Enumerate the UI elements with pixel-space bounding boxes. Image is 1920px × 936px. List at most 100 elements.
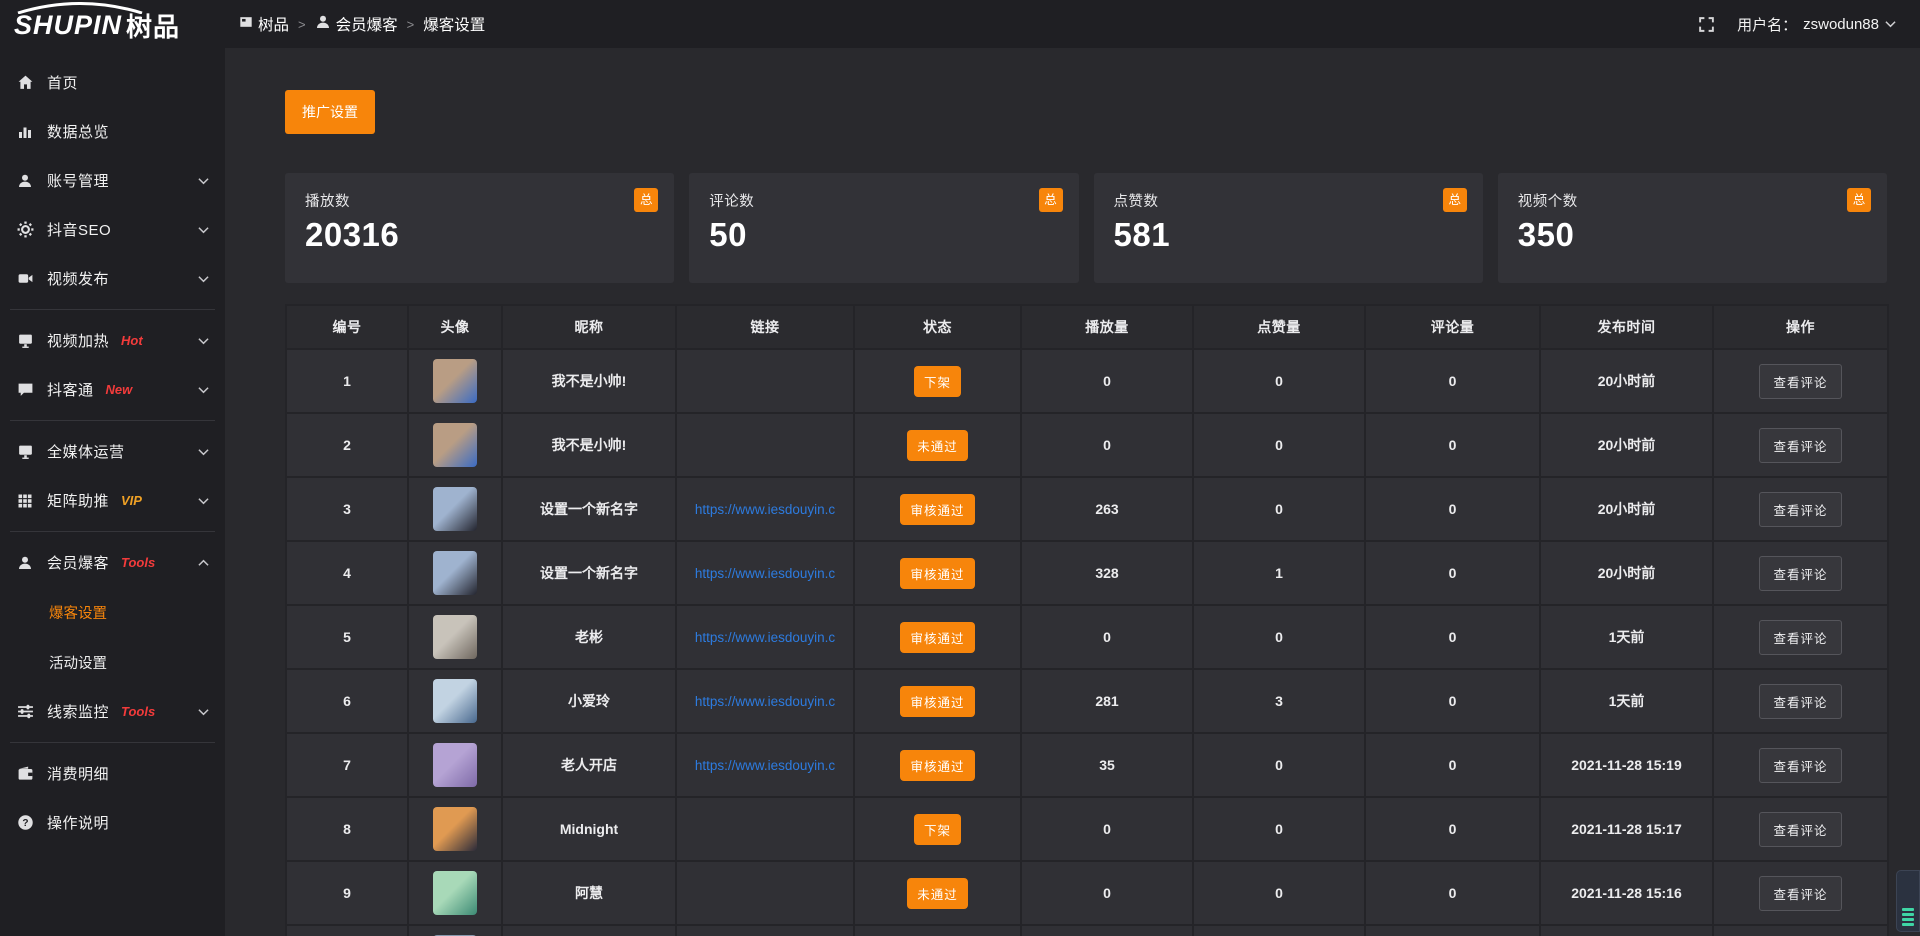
view-comments-button[interactable]: 查看评论: [1759, 492, 1841, 527]
home-icon: [16, 74, 34, 92]
sidebar-item-label: 首页: [47, 72, 78, 93]
sidebar-subitem-activity-settings[interactable]: 活动设置: [0, 637, 225, 687]
video-icon: [16, 270, 34, 288]
sidebar-item-video-publish[interactable]: 视频发布: [0, 254, 225, 303]
cell-likes: 1: [1193, 541, 1365, 605]
sidebar-item-matrix-boost[interactable]: 矩阵助推VIP: [0, 476, 225, 525]
cell-link: [676, 797, 854, 861]
cell-index: 1: [286, 349, 408, 413]
sidebar-item-label: 抖音SEO: [47, 219, 111, 240]
sidebar-item-video-heat[interactable]: 视频加热Hot: [0, 316, 225, 365]
avatar: [433, 551, 477, 595]
monitor-icon: [16, 443, 34, 461]
cell-action: 查看评论: [1713, 349, 1888, 413]
breadcrumb-item-1[interactable]: 树品: [239, 13, 289, 35]
avatar: [433, 423, 477, 467]
user-menu[interactable]: 用户名：zswodun88: [1737, 14, 1896, 35]
fullscreen-icon[interactable]: [1698, 16, 1715, 33]
stat-card-label: 点赞数: [1114, 190, 1463, 211]
sidebar-item-douketong[interactable]: 抖客通New: [0, 365, 225, 414]
breadcrumb-item-2[interactable]: 会员爆客: [315, 13, 398, 35]
cell-plays: 281: [1021, 669, 1193, 733]
cell-time: 2021-11-28 15:17: [1540, 797, 1713, 861]
sidebar-item-label: 矩阵助推: [47, 490, 109, 511]
table-header-cell: 评论量: [1365, 305, 1540, 349]
sidebar-item-douyin-seo[interactable]: 抖音SEO: [0, 205, 225, 254]
grid-icon: [16, 492, 34, 510]
cell-plays: 0: [1021, 861, 1193, 925]
table-row: 7老人开店https://www.iesdouyin.c审核通过35002021…: [286, 733, 1888, 797]
cell-likes: 3: [1193, 669, 1365, 733]
chevron-down-icon: [198, 226, 209, 234]
stat-card: 评论数50总: [689, 173, 1078, 283]
view-comments-button[interactable]: 查看评论: [1759, 364, 1841, 399]
video-link[interactable]: https://www.iesdouyin.c: [677, 502, 853, 517]
sidebar-item-label: 线索监控: [47, 701, 109, 722]
avatar: [433, 807, 477, 851]
chevron-up-icon: [198, 559, 209, 567]
sidebar-divider: [10, 309, 215, 310]
cell-index: 4: [286, 541, 408, 605]
comment-icon: [16, 381, 34, 399]
sidebar-item-clue-monitor[interactable]: 线索监控Tools: [0, 687, 225, 736]
cell-nickname: Midnight: [502, 797, 676, 861]
avatar: [433, 487, 477, 531]
sidebar-item-consume-detail[interactable]: 消费明细: [0, 749, 225, 798]
cell-likes: 0: [1193, 733, 1365, 797]
main-content: 推广设置 播放数20316总评论数50总点赞数581总视频个数350总 编号头像…: [225, 48, 1920, 936]
cell-plays: 0: [1021, 797, 1193, 861]
chevron-down-icon: [198, 497, 209, 505]
view-comments-button[interactable]: 查看评论: [1759, 428, 1841, 463]
video-link[interactable]: https://www.iesdouyin.c: [677, 694, 853, 709]
panel-icon: [239, 15, 253, 34]
sidebar-subitem-baoke-settings[interactable]: 爆客设置: [0, 587, 225, 637]
status-badge: 审核通过: [900, 686, 974, 717]
sidebar-divider: [10, 531, 215, 532]
sidebar-item-data-overview[interactable]: 数据总览: [0, 107, 225, 156]
cell-comments: [1365, 925, 1540, 936]
promo-settings-button[interactable]: 推广设置: [285, 90, 375, 134]
cell-time: 20小时前: [1540, 349, 1713, 413]
cell-likes: 0: [1193, 797, 1365, 861]
sidebar-item-member-baoke[interactable]: 会员爆客Tools: [0, 538, 225, 587]
breadcrumb-label: 树品: [258, 13, 289, 35]
view-comments-button[interactable]: 查看评论: [1759, 748, 1841, 783]
video-link[interactable]: https://www.iesdouyin.c: [677, 566, 853, 581]
cell-avatar: [408, 669, 502, 733]
sidebar-item-account-manage[interactable]: 账号管理: [0, 156, 225, 205]
stat-card: 播放数20316总: [285, 173, 674, 283]
cell-status: 审核通过: [854, 541, 1021, 605]
video-link[interactable]: https://www.iesdouyin.c: [677, 630, 853, 645]
table-header-cell: 发布时间: [1540, 305, 1713, 349]
chevron-down-icon: [198, 275, 209, 283]
breadcrumb-label: 会员爆客: [336, 13, 398, 35]
view-comments-button[interactable]: 查看评论: [1759, 556, 1841, 591]
corner-widget[interactable]: [1896, 870, 1920, 932]
sidebar-item-home[interactable]: 首页: [0, 58, 225, 107]
view-comments-button[interactable]: 查看评论: [1759, 876, 1841, 911]
cell-comments: 0: [1365, 413, 1540, 477]
table-header-cell: 点赞量: [1193, 305, 1365, 349]
sidebar-item-media-operation[interactable]: 全媒体运营: [0, 427, 225, 476]
username-label: 用户名：: [1737, 14, 1797, 35]
table-row: 3设置一个新名字https://www.iesdouyin.c审核通过26300…: [286, 477, 1888, 541]
sidebar-item-operation-guide[interactable]: ?操作说明: [0, 798, 225, 847]
cell-likes: 0: [1193, 861, 1365, 925]
sidebar-item-tag: New: [106, 382, 133, 397]
avatar: [433, 743, 477, 787]
chevron-down-icon: [198, 448, 209, 456]
view-comments-button[interactable]: 查看评论: [1759, 812, 1841, 847]
view-comments-button[interactable]: 查看评论: [1759, 620, 1841, 655]
screen-icon: [16, 332, 34, 350]
view-comments-button[interactable]: 查看评论: [1759, 684, 1841, 719]
cell-time: 20小时前: [1540, 413, 1713, 477]
video-link[interactable]: https://www.iesdouyin.c: [677, 758, 853, 773]
sidebar: SHUPIN 树品 首页数据总览账号管理抖音SEO视频发布视频加热Hot抖客通N…: [0, 0, 225, 936]
cell-nickname: 我不是小帅!: [502, 349, 676, 413]
table-header-cell: 播放量: [1021, 305, 1193, 349]
topbar: 树品>会员爆客>爆客设置 用户名：zswodun88: [225, 0, 1920, 48]
sliders-icon: [16, 703, 34, 721]
cell-index: 7: [286, 733, 408, 797]
sidebar-menu: 首页数据总览账号管理抖音SEO视频发布视频加热Hot抖客通New全媒体运营矩阵助…: [0, 50, 225, 847]
cell-nickname: 设置一个新名字: [502, 477, 676, 541]
